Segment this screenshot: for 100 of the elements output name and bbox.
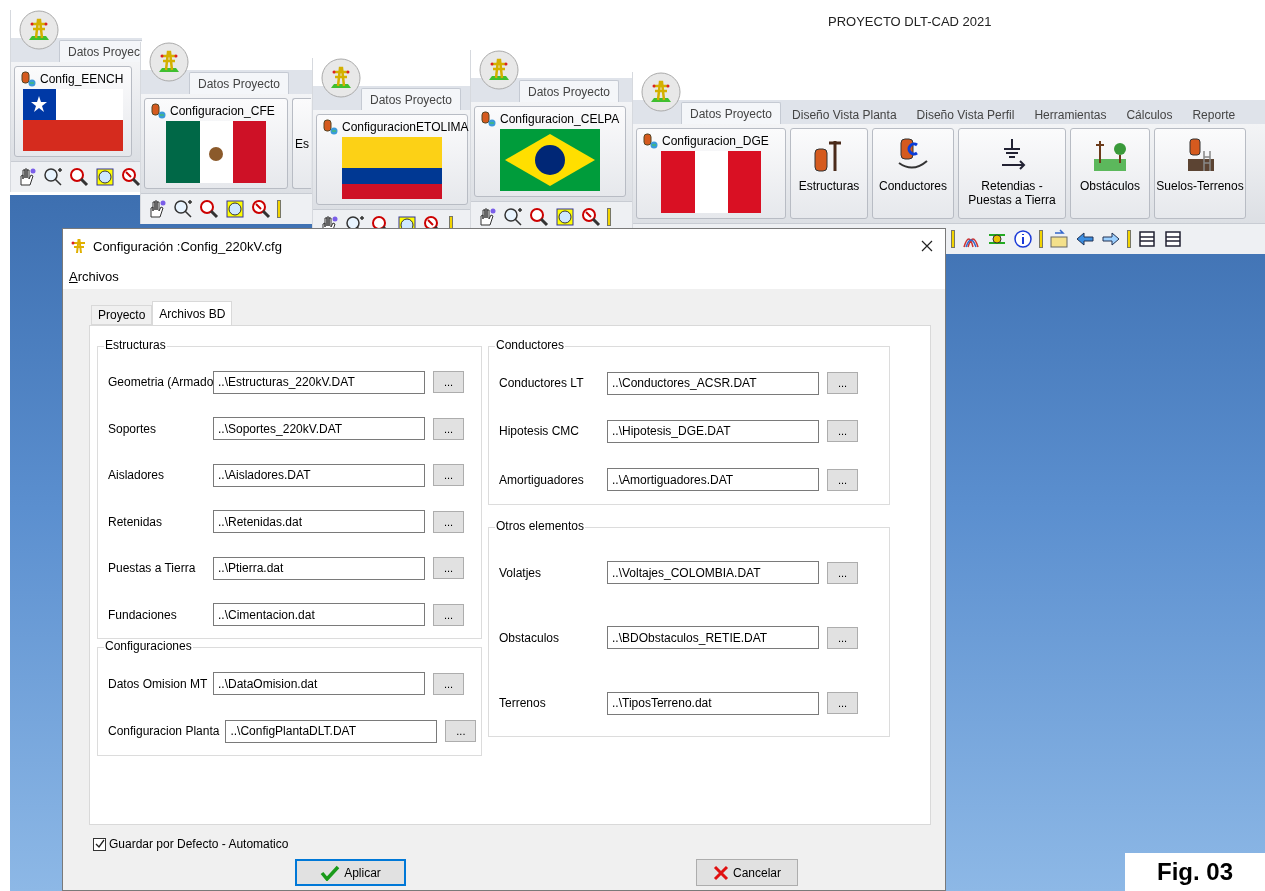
file-path-field[interactable]: ..\Voltajes_COLOMBIA.DAT bbox=[607, 561, 819, 585]
ribbon-tab[interactable]: Diseño Vista Perfil bbox=[907, 104, 1024, 124]
dialog-tab[interactable]: Archivos BD bbox=[152, 301, 233, 325]
database-globe-icon bbox=[21, 71, 37, 87]
ribbon-tab[interactable]: Datos Proyec bbox=[59, 40, 142, 62]
flag-icon bbox=[661, 151, 761, 213]
ribbon-button[interactable]: Conductores bbox=[872, 128, 954, 219]
browse-button[interactable]: ... bbox=[827, 561, 858, 584]
field-label: Retenidas bbox=[108, 514, 164, 529]
zoom-extents-icon[interactable] bbox=[225, 199, 245, 219]
dialog-tab[interactable]: Proyecto bbox=[91, 305, 153, 325]
group-title: Estructuras bbox=[104, 338, 167, 352]
ribbon-tab[interactable]: Datos Proyecto bbox=[189, 72, 290, 94]
ribbon-tab[interactable]: Herramientas bbox=[1025, 104, 1116, 124]
field-label: Obstaculos bbox=[499, 631, 561, 645]
database-globe-icon bbox=[481, 111, 497, 127]
file-path-field[interactable]: ..\Soportes_220kV.DAT bbox=[213, 417, 425, 441]
check-icon bbox=[320, 864, 341, 881]
flag-icon bbox=[500, 129, 600, 191]
zoom-extents-icon[interactable] bbox=[95, 167, 115, 187]
config-button[interactable]: Configuracion_DGE bbox=[636, 128, 786, 219]
file-path-field[interactable]: ..\Ptierra.dat bbox=[213, 556, 425, 580]
file-path-field[interactable]: ..\Conductores_ACSR.DAT bbox=[607, 371, 819, 395]
browse-button[interactable]: ... bbox=[827, 468, 858, 491]
layers-icon[interactable] bbox=[1137, 229, 1157, 249]
config-button[interactable]: ConfiguracionETOLIMA bbox=[316, 114, 468, 205]
config-button[interactable]: Configuracion_CELPA bbox=[474, 106, 626, 197]
ribbon-tab[interactable]: Diseño Vista Planta bbox=[783, 104, 906, 124]
zoom-in-icon[interactable] bbox=[43, 167, 63, 187]
group-title: Otros elementos bbox=[495, 519, 586, 533]
ribbon-tab[interactable]: Datos Proyecto bbox=[361, 88, 462, 110]
field-label: Hipotesis CMC bbox=[499, 424, 580, 439]
file-path-field[interactable]: ..\Estructuras_220kV.DAT bbox=[213, 370, 425, 394]
file-path-field[interactable]: ..\Cimentacion.dat bbox=[213, 603, 425, 627]
default-save-checkbox[interactable]: Guardar por Defecto - Automatico bbox=[93, 837, 945, 851]
zoom-in-icon[interactable] bbox=[173, 199, 193, 219]
database-globe-icon bbox=[643, 133, 659, 149]
zoom-icon[interactable] bbox=[69, 167, 89, 187]
hand-cursor-icon[interactable] bbox=[147, 199, 167, 219]
database-globe-icon bbox=[323, 119, 339, 135]
hand-cursor-icon[interactable] bbox=[477, 207, 497, 227]
file-path-field[interactable]: ..\DataOmision.dat bbox=[213, 672, 425, 696]
dialog-button[interactable]: Aplicar bbox=[295, 859, 406, 886]
ribbon-tab[interactable]: Datos Proyecto bbox=[681, 102, 782, 124]
browse-button[interactable]: ... bbox=[433, 417, 464, 440]
field-label: Amortiguadores bbox=[499, 472, 585, 487]
file-path-field[interactable]: ..\Aisladores.DAT bbox=[213, 463, 425, 487]
zoom-in-icon[interactable] bbox=[503, 207, 523, 227]
browse-button[interactable]: ... bbox=[433, 672, 464, 695]
hand-cursor-icon[interactable] bbox=[17, 167, 37, 187]
field-label: Terrenos bbox=[499, 696, 547, 711]
browse-button[interactable]: ... bbox=[433, 371, 464, 394]
file-path-field[interactable]: ..\Amortiguadores.DAT bbox=[607, 468, 819, 492]
file-path-field[interactable]: ..\Hipotesis_DGE.DAT bbox=[607, 420, 819, 443]
ribbon-button[interactable]: Estructuras bbox=[790, 128, 868, 219]
menu-item[interactable]: Archivos bbox=[69, 268, 119, 284]
close-icon bbox=[713, 864, 729, 881]
config-button[interactable]: Configuracion_CFE bbox=[144, 98, 288, 189]
arrow-left-icon[interactable] bbox=[1075, 229, 1095, 249]
field-label: Configuracion Planta bbox=[108, 724, 220, 739]
file-path-field[interactable]: ..\ConfigPlantaDLT.DAT bbox=[225, 719, 438, 743]
field-label: Geometria (Armado bbox=[108, 375, 213, 390]
file-path-field[interactable]: ..\TiposTerreno.dat bbox=[607, 691, 819, 715]
browse-button[interactable]: ... bbox=[827, 420, 858, 443]
browse-button[interactable]: ... bbox=[445, 720, 477, 743]
ribbon-button[interactable]: Suelos-Terrenos bbox=[1154, 128, 1246, 219]
flag-icon bbox=[342, 137, 442, 199]
flag-icon bbox=[23, 89, 123, 151]
field-label: Puestas a Tierra bbox=[108, 561, 197, 576]
dialog-button[interactable]: Cancelar bbox=[696, 859, 798, 886]
tower-icon bbox=[71, 238, 87, 254]
layers-icon[interactable] bbox=[1163, 229, 1183, 249]
info-icon[interactable] bbox=[1013, 229, 1033, 249]
group-title: Conductores bbox=[495, 338, 566, 352]
browse-button[interactable]: ... bbox=[827, 627, 858, 649]
zoom-icon[interactable] bbox=[529, 207, 549, 227]
zoom-extents-icon[interactable] bbox=[555, 207, 575, 227]
arrow-right-icon[interactable] bbox=[1101, 229, 1121, 249]
browse-button[interactable]: ... bbox=[433, 510, 464, 533]
ribbon-button[interactable]: Es bbox=[292, 98, 311, 189]
ribbon-tab[interactable]: Reporte bbox=[1183, 104, 1245, 124]
ribbon-tab[interactable]: Cálculos bbox=[1117, 104, 1182, 124]
dialog-title: Configuración :Config_220kV.cfg bbox=[93, 238, 283, 254]
browse-button[interactable]: ... bbox=[433, 557, 464, 580]
field-label: Aisladores bbox=[108, 468, 166, 483]
group-title: Configuraciones bbox=[104, 639, 193, 653]
ribbon-tab[interactable]: Datos Proyecto bbox=[519, 80, 620, 102]
file-path-field[interactable]: ..\BDObstaculos_RETIE.DAT bbox=[607, 626, 819, 650]
ribbon-button[interactable]: Obstáculos bbox=[1070, 128, 1150, 219]
zoom-icon[interactable] bbox=[199, 199, 219, 219]
browse-button[interactable]: ... bbox=[433, 603, 464, 626]
field-label: Soportes bbox=[108, 421, 158, 436]
checkbox[interactable] bbox=[93, 837, 106, 851]
ribbon-button[interactable]: Retendias - Puestas a Tierra bbox=[958, 128, 1066, 219]
config-button[interactable]: Config_EENCH bbox=[14, 66, 132, 157]
browse-button[interactable]: ... bbox=[827, 372, 858, 395]
browse-button[interactable]: ... bbox=[433, 464, 464, 487]
browse-button[interactable]: ... bbox=[827, 692, 858, 715]
file-path-field[interactable]: ..\Retenidas.dat bbox=[213, 510, 425, 534]
flag-icon bbox=[166, 121, 266, 183]
